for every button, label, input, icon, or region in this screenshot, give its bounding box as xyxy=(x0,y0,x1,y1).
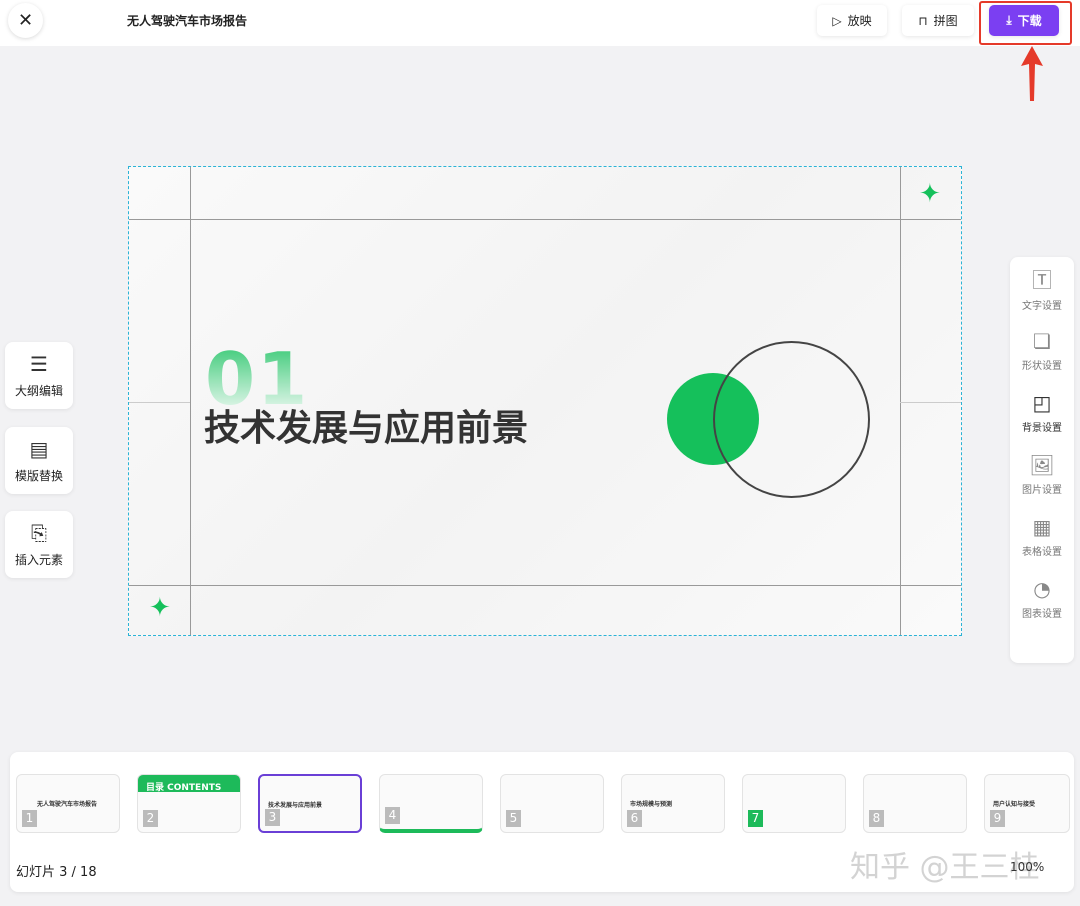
tool-label: 表格设置 xyxy=(1022,546,1062,558)
slide-canvas[interactable]: ✦ ✦ 01 技术发展与应用前景 xyxy=(128,166,962,636)
text-icon: 🅃 xyxy=(1032,268,1052,292)
collage-icon: ⊓ xyxy=(918,13,928,28)
slide-heading[interactable]: 技术发展与应用前景 xyxy=(204,399,528,451)
sparkle-icon: ✦ xyxy=(149,593,171,623)
chart-icon: ◔ xyxy=(1033,576,1051,601)
thumb-number: 2 xyxy=(143,810,158,827)
chart-settings[interactable]: ◔ 图表设置 xyxy=(1010,567,1074,629)
tool-label: 图片设置 xyxy=(1022,484,1062,496)
play-icon: ▷ xyxy=(832,13,842,28)
thumb-number: 8 xyxy=(869,810,884,827)
tool-label: 大纲编辑 xyxy=(14,384,63,398)
tool-label: 背景设置 xyxy=(1022,422,1062,434)
play-label: 放映 xyxy=(847,14,872,28)
slide-thumbnail[interactable]: 8 xyxy=(863,774,967,833)
thumb-text: 无人驾驶汽车市场报告 xyxy=(37,801,98,808)
text-settings[interactable]: 🅃 文字设置 xyxy=(1010,257,1074,319)
slide-thumbnail[interactable]: 7 xyxy=(742,774,846,833)
collage-button[interactable]: ⊓ 拼图 xyxy=(902,5,974,36)
slide-thumbnail[interactable]: 目录 CONTENTS 2 xyxy=(137,774,241,833)
slide-counter: 幻灯片 3 / 18 xyxy=(16,865,97,880)
outline-circle[interactable] xyxy=(713,341,870,498)
settings-panel: 🅃 文字设置 ❏ 形状设置 ◰ 背景设置 🖼 图片设置 ▦ 表格设置 ◔ 图表设置 xyxy=(1010,257,1074,663)
thumb-number: 1 xyxy=(22,810,37,827)
collage-label: 拼图 xyxy=(933,14,958,28)
background-icon: ◰ xyxy=(1032,390,1052,415)
slide-thumbnail[interactable]: 5 xyxy=(500,774,604,833)
template-icon: ▤ xyxy=(29,437,49,461)
tool-label: 插入元素 xyxy=(14,553,63,567)
top-bar: ✕ 无人驾驶汽车市场报告 ▷ 放映 ⊓ 拼图 ⤓ 下载 xyxy=(0,0,1080,46)
close-button[interactable]: ✕ xyxy=(8,3,43,38)
image-icon: 🖼 xyxy=(1029,452,1055,477)
thumb-text: 用户认知与接受 xyxy=(993,801,1036,808)
insert-element-button[interactable]: ⎘ 插入元素 xyxy=(5,511,73,578)
outline-edit-button[interactable]: ☰ 大纲编辑 xyxy=(5,342,73,409)
tool-label: 模版替换 xyxy=(14,469,63,483)
thumb-number: 4 xyxy=(385,807,400,824)
slide-thumbnail[interactable]: 用户认知与接受 9 xyxy=(984,774,1070,833)
slide-thumbnail[interactable]: 市场规模与预测 6 xyxy=(621,774,725,833)
thumb-text: 目录 CONTENTS xyxy=(146,783,222,793)
slide-thumbnail[interactable]: 4 xyxy=(379,774,483,833)
background-settings[interactable]: ◰ 背景设置 xyxy=(1010,381,1074,443)
table-settings[interactable]: ▦ 表格设置 xyxy=(1010,505,1074,567)
thumb-text: 技术发展与应用前景 xyxy=(268,802,323,809)
close-icon: ✕ xyxy=(17,10,34,31)
table-icon: ▦ xyxy=(1032,514,1052,539)
thumb-number: 3 xyxy=(265,809,280,826)
thumb-number: 6 xyxy=(627,810,642,827)
document-title: 无人驾驶汽车市场报告 xyxy=(127,14,248,28)
tool-label: 图表设置 xyxy=(1022,608,1062,620)
play-button[interactable]: ▷ 放映 xyxy=(817,5,887,36)
shape-icon: ❏ xyxy=(1033,328,1051,353)
thumb-number: 5 xyxy=(506,810,521,827)
tool-label: 文字设置 xyxy=(1022,301,1062,312)
thumb-number: 7 xyxy=(748,810,763,827)
slide-thumbnail[interactable]: 技术发展与应用前景 3 xyxy=(258,774,362,833)
outline-icon: ☰ xyxy=(30,352,48,376)
sparkle-icon: ✦ xyxy=(919,179,941,209)
thumb-number: 9 xyxy=(990,810,1005,827)
thumb-text: 市场规模与预测 xyxy=(630,801,673,808)
shape-settings[interactable]: ❏ 形状设置 xyxy=(1010,319,1074,381)
slide-strip: 无人驾驶汽车市场报告 1 目录 CONTENTS 2 技术发展与应用前景 3 4 5 … xyxy=(10,752,1074,892)
template-replace-button[interactable]: ▤ 模版替换 xyxy=(5,427,73,494)
insert-icon: ⎘ xyxy=(31,521,47,545)
highlight-box xyxy=(979,1,1072,45)
tool-label: 形状设置 xyxy=(1022,360,1062,372)
zoom-level[interactable]: 100% xyxy=(1010,860,1044,874)
slide-thumbnail[interactable]: 无人驾驶汽车市场报告 1 xyxy=(16,774,120,833)
arrow-icon xyxy=(1021,46,1043,101)
image-settings[interactable]: 🖼 图片设置 xyxy=(1010,443,1074,505)
